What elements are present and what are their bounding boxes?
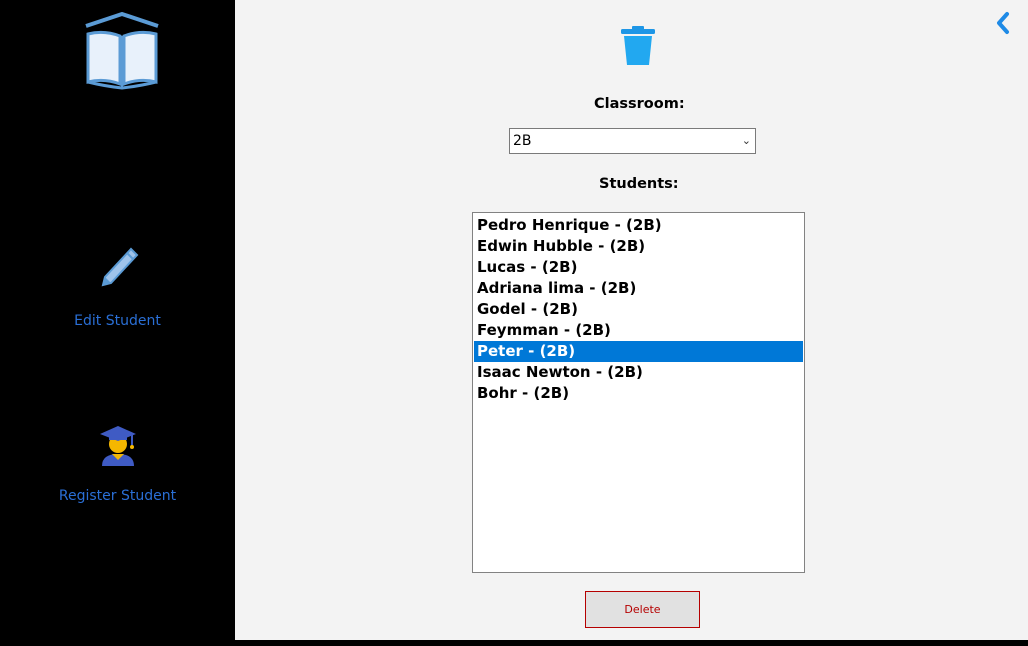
- classroom-select-value: 2B: [513, 133, 532, 149]
- trash-can-icon: [621, 26, 655, 65]
- sidebar-item-edit-student[interactable]: Edit Student: [0, 245, 235, 329]
- sidebar-item-label: Edit Student: [74, 313, 161, 329]
- chevron-left-icon[interactable]: [992, 10, 1014, 36]
- delete-button[interactable]: Delete: [585, 591, 700, 628]
- list-item[interactable]: Pedro Henrique - (2B): [474, 215, 803, 236]
- chevron-down-icon: ⌄: [741, 134, 751, 147]
- list-item[interactable]: Feymman - (2B): [474, 320, 803, 341]
- open-book-icon: [85, 12, 159, 90]
- list-item[interactable]: Isaac Newton - (2B): [474, 362, 803, 383]
- pencil-icon: [101, 247, 138, 287]
- main-panel: Classroom: 2B ⌄ Students: Pedro Henrique…: [235, 0, 1028, 640]
- graduate-student-icon: [99, 426, 136, 466]
- list-item[interactable]: Edwin Hubble - (2B): [474, 236, 803, 257]
- list-item[interactable]: Lucas - (2B): [474, 257, 803, 278]
- students-listbox[interactable]: Pedro Henrique - (2B) Edwin Hubble - (2B…: [472, 212, 805, 573]
- bottom-border: [235, 640, 1028, 646]
- classroom-label: Classroom:: [594, 96, 685, 112]
- sidebar-item-register-student[interactable]: Register Student: [0, 424, 235, 504]
- classroom-select[interactable]: 2B ⌄: [509, 128, 756, 154]
- list-item[interactable]: Adriana lima - (2B): [474, 278, 803, 299]
- students-label: Students:: [599, 176, 679, 192]
- sidebar-item-label: Register Student: [58, 488, 177, 504]
- list-item[interactable]: Bohr - (2B): [474, 383, 803, 404]
- sidebar: Edit Student Register Student: [0, 0, 235, 646]
- list-item[interactable]: Peter - (2B): [474, 341, 803, 362]
- list-item[interactable]: Godel - (2B): [474, 299, 803, 320]
